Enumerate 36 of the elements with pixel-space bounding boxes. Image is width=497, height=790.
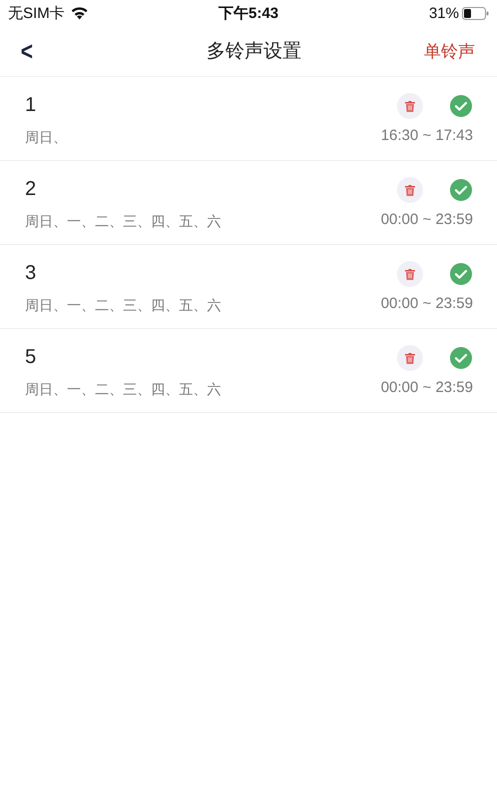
checked-icon[interactable] xyxy=(450,179,472,201)
checked-icon[interactable] xyxy=(450,263,472,285)
time-range: 00:00 ~ 23:59 xyxy=(380,211,473,228)
ringtone-row[interactable]: 3 周日、一、二、三、四、五、六 00:00 ~ 23:59 xyxy=(0,245,497,329)
ringtone-name: 1 xyxy=(25,93,38,117)
trash-icon xyxy=(405,268,415,280)
trash-icon xyxy=(405,100,415,112)
repeat-days: 周日、一、二、三、四、五、六 xyxy=(25,297,221,315)
trash-icon xyxy=(405,352,415,364)
trash-icon xyxy=(405,184,415,196)
ringtone-row[interactable]: 1 周日、 16:30 ~ 17:43 xyxy=(0,77,497,161)
delete-button[interactable] xyxy=(397,261,423,287)
time-range: 16:30 ~ 17:43 xyxy=(380,127,473,144)
clock-text: 下午5:43 xyxy=(218,4,279,22)
carrier-text: 无SIM卡 xyxy=(8,4,65,22)
checked-icon[interactable] xyxy=(450,95,472,117)
delete-button[interactable] xyxy=(397,177,423,203)
wifi-icon xyxy=(70,6,89,20)
ringtone-row[interactable]: 2 周日、一、二、三、四、五、六 00:00 ~ 23:59 xyxy=(0,161,497,245)
time-range: 00:00 ~ 23:59 xyxy=(380,295,473,312)
battery-icon xyxy=(462,6,489,20)
repeat-days: 周日、一、二、三、四、五、六 xyxy=(25,213,221,231)
page-title: 多铃声设置 xyxy=(206,40,302,64)
delete-button[interactable] xyxy=(397,345,423,371)
repeat-days: 周日、一、二、三、四、五、六 xyxy=(25,381,221,399)
back-button[interactable]: < xyxy=(20,36,44,66)
repeat-days: 周日、 xyxy=(25,129,67,147)
ringtone-name: 5 xyxy=(25,345,38,369)
ringtone-row[interactable]: 5 周日、一、二、三、四、五、六 00:00 ~ 23:59 xyxy=(0,329,497,413)
single-ringtone-button[interactable]: 单铃声 xyxy=(424,40,475,62)
ringtone-name: 2 xyxy=(25,177,38,201)
checked-icon[interactable] xyxy=(450,347,472,369)
delete-button[interactable] xyxy=(397,93,423,119)
time-range: 00:00 ~ 23:59 xyxy=(380,379,473,396)
ringtone-name: 3 xyxy=(25,261,38,285)
battery-percent: 31% xyxy=(428,4,459,22)
